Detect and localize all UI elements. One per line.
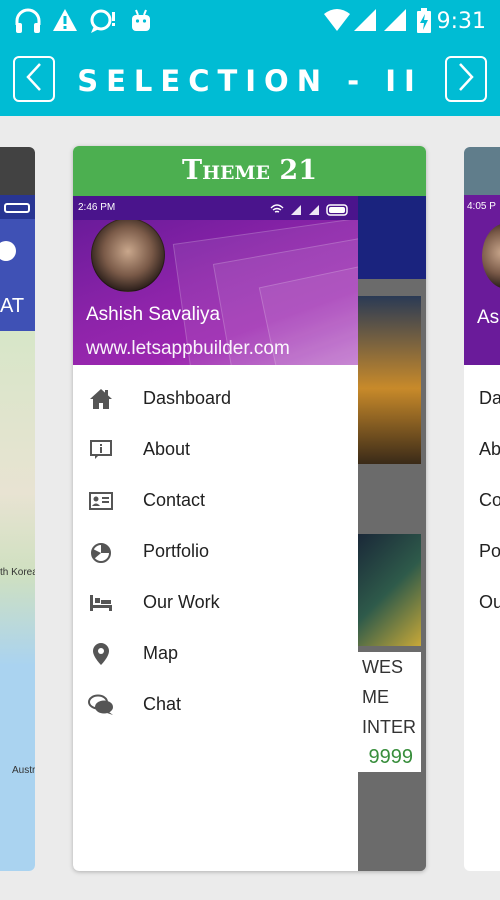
menu-item: Da — [479, 388, 500, 408]
battery-charging-icon — [416, 8, 432, 39]
menu-item-label: Portfolio — [143, 541, 210, 561]
map-view[interactable]: th Korea Austr — [0, 331, 35, 871]
chat-alert-icon — [89, 8, 117, 39]
navigation-drawer: 2:46 PM Ashish Savaliya www.letsappbuild… — [73, 196, 358, 871]
android-icon — [129, 8, 153, 39]
status-bar: 9:31 — [0, 0, 500, 44]
menu-item-label: Dashboard — [143, 388, 232, 408]
background-text: ME — [358, 682, 421, 712]
background-image — [358, 534, 421, 646]
drawer-menu: Dashboard About Contact Portfolio Our Wo… — [73, 365, 358, 730]
background-app-content: WES ME INTER 9999 — [358, 196, 426, 871]
drawer-header: 4:05 P Ash — [464, 195, 500, 365]
background-toolbar — [358, 196, 426, 279]
inner-status-time: 2:46 PM — [78, 202, 116, 213]
map-label: th Korea — [0, 567, 35, 578]
inner-status-time: 4:05 P — [467, 201, 496, 212]
menu-item-label: About — [143, 439, 191, 459]
menu-item-portfolio[interactable]: Portfolio — [73, 526, 358, 577]
menu-item-about[interactable]: About — [73, 424, 358, 475]
signal-icon — [353, 8, 377, 37]
user-url: www.letsappbuilder.com — [86, 338, 290, 359]
menu-item-contact[interactable]: Contact — [73, 475, 358, 526]
map-label: Austr — [12, 765, 35, 776]
contact-card-icon — [73, 491, 129, 510]
menu-item-chat[interactable]: Chat — [73, 679, 358, 730]
menu-item: Ab — [479, 439, 500, 459]
menu-item-dashboard[interactable]: Dashboard — [73, 373, 358, 424]
menu-item-map[interactable]: Map — [73, 628, 358, 679]
menu-item-label: Contact — [143, 490, 206, 510]
previous-theme-card[interactable]: AT th Korea Austr — [0, 147, 35, 871]
card-header — [0, 147, 35, 195]
inner-status-bar — [0, 195, 35, 219]
next-button[interactable] — [445, 56, 487, 102]
chat-icon — [73, 694, 129, 716]
background-text: WES — [358, 652, 421, 682]
drawer-header: Ashish Savaliya www.letsappbuilder.com — [73, 220, 358, 365]
info-icon — [73, 439, 129, 460]
chat-label: AT — [0, 295, 25, 317]
avatar — [482, 223, 500, 289]
warning-icon — [52, 8, 78, 37]
inner-status-bar: 2:46 PM — [73, 196, 358, 220]
background-price: 9999 — [358, 742, 421, 772]
background-text: INTER — [358, 712, 421, 742]
chat-header: AT — [0, 219, 35, 331]
menu-item-label: Chat — [143, 694, 182, 714]
user-name: Ashish Savaliya — [86, 304, 221, 325]
wifi-icon — [323, 8, 351, 37]
battery-icon — [4, 203, 30, 213]
background-image — [358, 296, 421, 464]
signal-icon — [383, 8, 407, 37]
chevron-right-icon — [457, 62, 475, 97]
menu-item: Ou — [479, 592, 500, 612]
menu-item: Po — [479, 541, 500, 561]
app-bar: SELECTION - II — [0, 44, 500, 116]
clock-time: 9:31 — [436, 9, 486, 34]
next-theme-card[interactable]: 4:05 P Ash Da Ab Co Po Ou — [464, 147, 500, 871]
pie-chart-icon — [73, 541, 129, 563]
page-title: SELECTION - II — [77, 64, 423, 98]
bed-icon — [73, 594, 129, 612]
theme-card[interactable]: Theme 21 WES ME INTER 9999 2:46 PM Ashis… — [73, 146, 426, 871]
menu-item-label: Map — [143, 643, 179, 663]
card-header — [464, 147, 500, 195]
chat-bubble-icon — [0, 237, 24, 272]
headphones-icon — [14, 8, 42, 39]
avatar[interactable] — [91, 220, 165, 292]
menu-item: Co — [479, 490, 500, 510]
card-title: Theme 21 — [73, 146, 426, 196]
theme-preview: WES ME INTER 9999 2:46 PM Ashish Savaliy… — [73, 196, 426, 871]
user-name: Ash — [477, 307, 500, 328]
map-pin-icon — [73, 642, 129, 666]
home-icon — [73, 388, 129, 410]
menu-item-label: Our Work — [143, 592, 220, 612]
menu-item-our-work[interactable]: Our Work — [73, 577, 358, 628]
